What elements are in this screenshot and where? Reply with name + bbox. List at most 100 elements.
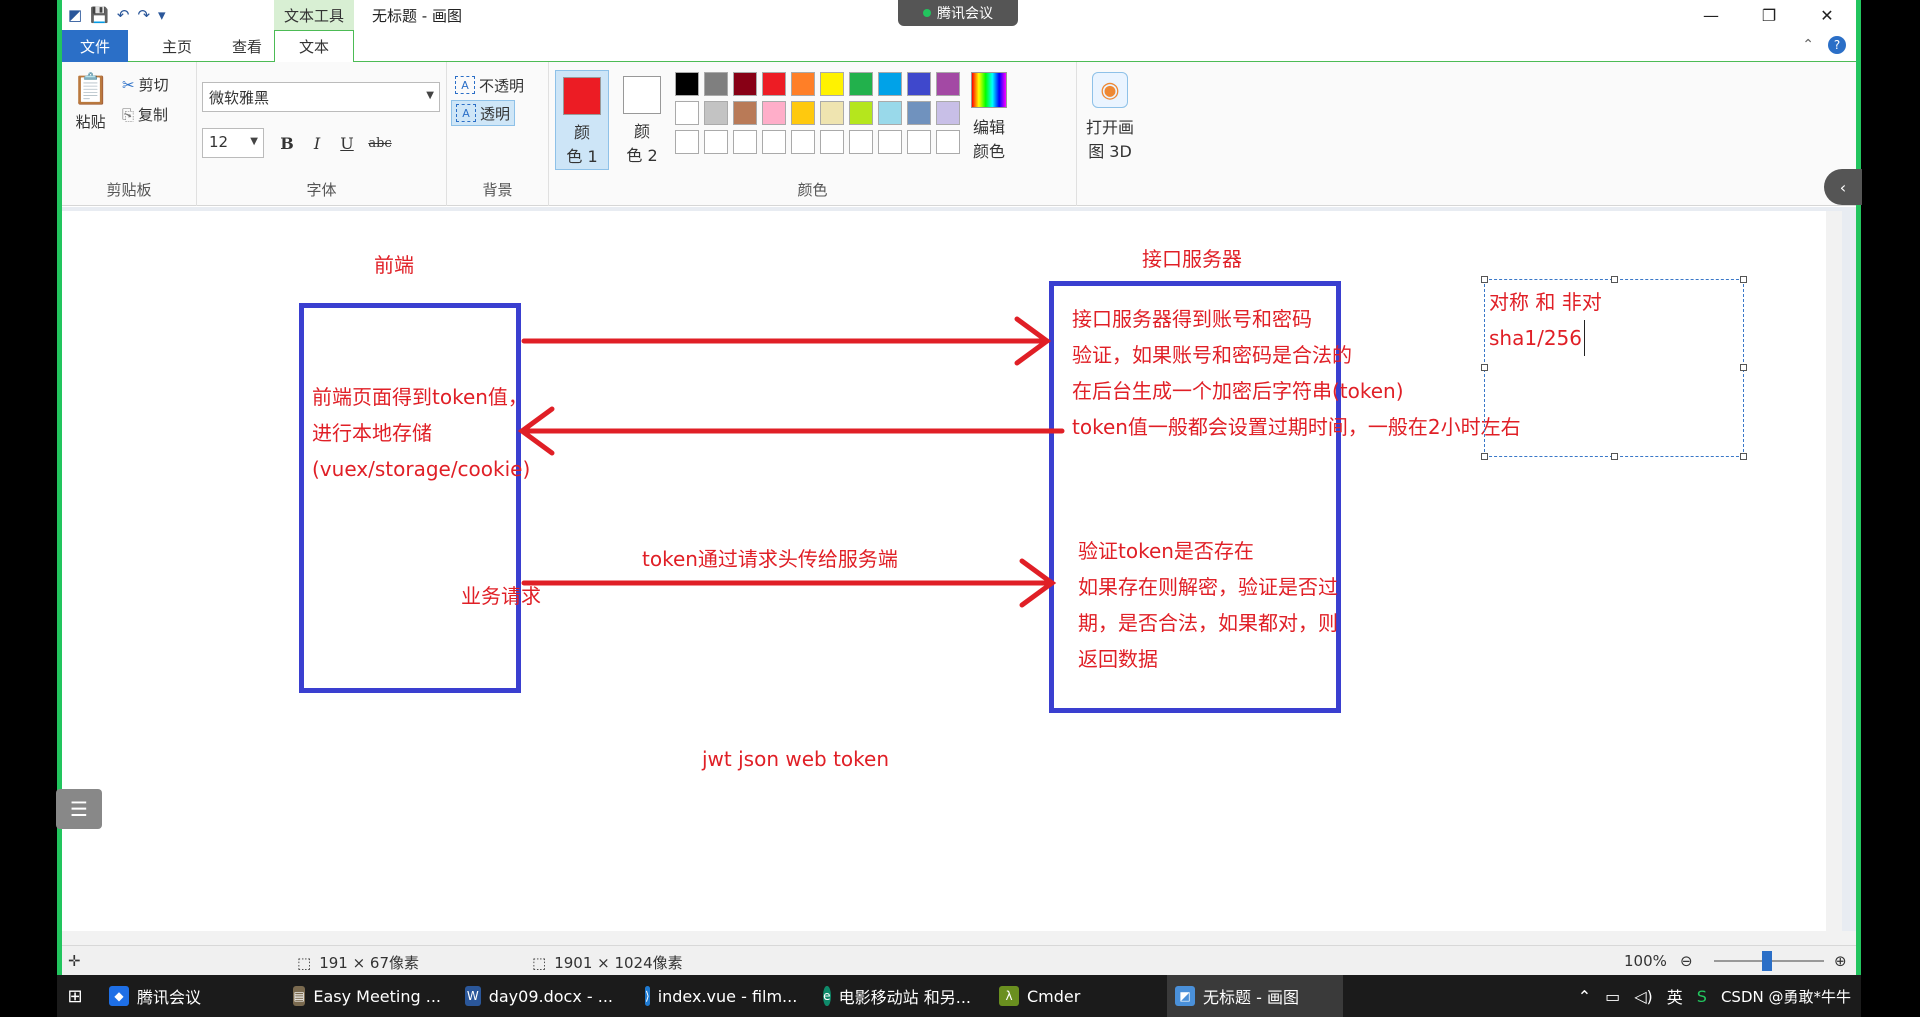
palette-swatch[interactable] (907, 130, 931, 154)
palette-swatch[interactable] (820, 101, 844, 125)
palette-swatch[interactable] (704, 72, 728, 96)
underline-button[interactable]: U (335, 130, 359, 156)
resize-handle[interactable] (1481, 276, 1488, 283)
background-group-label: 背景 (482, 181, 513, 199)
bold-button[interactable]: B (275, 130, 299, 156)
tab-file[interactable]: 文件 (62, 30, 128, 62)
palette-swatch[interactable] (704, 130, 728, 154)
palette-swatch[interactable] (675, 72, 699, 96)
selection-text-2[interactable]: sha1/256 (1489, 320, 1585, 356)
palette-swatch[interactable] (762, 130, 786, 154)
font-family-select[interactable]: 微软雅黑 ▼ (202, 82, 440, 112)
close-button[interactable]: ✕ (1798, 0, 1856, 30)
taskbar-item-easy-meeting[interactable]: ▤ Easy Meeting ... (285, 975, 449, 1017)
italic-button[interactable]: I (305, 130, 329, 156)
taskbar-label: index.vue - film... (657, 986, 798, 1006)
palette-swatch[interactable] (936, 72, 960, 96)
resize-handle[interactable] (1740, 276, 1747, 283)
taskbar-item-cmder[interactable]: λ Cmder (991, 975, 1155, 1017)
palette-swatch[interactable] (907, 101, 931, 125)
undo-icon[interactable]: ↶ (117, 6, 130, 24)
palette-swatch[interactable] (849, 130, 873, 154)
rainbow-icon (971, 72, 1007, 108)
collapse-ribbon-icon[interactable]: ⌃ (1802, 37, 1814, 53)
palette-swatch[interactable] (791, 101, 815, 125)
palette-swatch[interactable] (762, 101, 786, 125)
text-selection-box[interactable]: 对称 和 非对 sha1/256 (1481, 276, 1747, 460)
taskbar-item-tencent-meeting[interactable]: ◆ 腾讯会议 (101, 975, 265, 1017)
resize-handle[interactable] (1611, 276, 1618, 283)
resize-handle[interactable] (1481, 364, 1488, 371)
cut-button[interactable]: ✂ 剪切 (122, 74, 169, 95)
palette-swatch[interactable] (907, 72, 931, 96)
transparent-option[interactable]: A 透明 (451, 100, 515, 126)
color-2-button[interactable]: 颜 色 2 (615, 70, 669, 170)
zoom-in-icon[interactable]: ⊕ (1834, 952, 1847, 970)
opaque-option[interactable]: A 不透明 (451, 72, 547, 98)
taskbar-item-vscode[interactable]: ⟩ index.vue - film... (637, 975, 801, 1017)
ime-indicator[interactable]: 英 (1667, 984, 1683, 1008)
resize-handle[interactable] (1740, 364, 1747, 371)
palette-swatch[interactable] (878, 72, 902, 96)
paste-button[interactable]: 📋 粘贴 (72, 72, 109, 132)
palette-swatch[interactable] (936, 130, 960, 154)
meeting-chip-label: 腾讯会议 (937, 6, 993, 22)
resize-handle[interactable] (1481, 453, 1488, 460)
chevron-up-icon[interactable]: ⌃ (1578, 987, 1591, 1006)
save-icon[interactable]: 💾 (90, 6, 109, 24)
palette-swatch[interactable] (791, 72, 815, 96)
palette-swatch[interactable] (878, 130, 902, 154)
palette-swatch[interactable] (733, 72, 757, 96)
palette-swatch[interactable] (675, 130, 699, 154)
transparent-text-icon: A (456, 104, 476, 122)
volume-icon[interactable]: ◁) (1634, 987, 1653, 1006)
palette-swatch[interactable] (849, 72, 873, 96)
palette-swatch[interactable] (733, 130, 757, 154)
vertical-scrollbar[interactable] (1826, 211, 1842, 931)
taskbar-item-paint[interactable]: ◩ 无标题 - 画图 (1167, 975, 1343, 1017)
palette-swatch[interactable] (820, 72, 844, 96)
wechat-icon[interactable]: S (1697, 987, 1707, 1006)
copy-button[interactable]: ⎘ 复制 (122, 104, 168, 125)
start-button[interactable]: ⊞ (57, 975, 93, 1017)
edit-colors-button[interactable]: 编辑 颜色 (959, 72, 1019, 162)
list-icon[interactable]: ☰ (56, 789, 102, 829)
taskbar-item-edge[interactable]: e 电影移动站 和另... (815, 975, 979, 1017)
horizontal-scrollbar[interactable] (62, 931, 1856, 945)
restore-button[interactable]: ❐ (1740, 0, 1798, 30)
tab-text[interactable]: 文本 (274, 30, 354, 63)
color-1-button[interactable]: 颜 色 1 (555, 70, 609, 170)
palette-swatch[interactable] (820, 130, 844, 154)
tab-home[interactable]: 主页 (142, 30, 212, 62)
zoom-slider-thumb[interactable] (1762, 951, 1772, 971)
palette-swatch[interactable] (878, 101, 902, 125)
redo-icon[interactable]: ↷ (137, 6, 150, 24)
taskbar-item-word[interactable]: W day09.docx - ... (457, 975, 621, 1017)
palette-swatch[interactable] (849, 101, 873, 125)
color-2-label-line2: 色 2 (626, 146, 658, 165)
palette-swatch[interactable] (791, 130, 815, 154)
customize-qat-icon[interactable]: ▾ (158, 6, 166, 24)
open-paint3d-button[interactable]: ◉ 打开画 图 3D (1077, 72, 1143, 162)
canvas-size-value: 1901 × 1024像素 (554, 954, 683, 972)
font-size-select[interactable]: 12 ▼ (202, 128, 264, 158)
palette-swatch[interactable] (936, 101, 960, 125)
taskbar: ⊞ ◆ 腾讯会议 ▤ Easy Meeting ... W day09.docx… (57, 975, 1861, 1017)
drawing-canvas[interactable]: 前端 接口服务器 前端页面得到token值， 进行本地存储 (vuex/stor… (62, 211, 1842, 931)
resize-handle[interactable] (1740, 453, 1747, 460)
palette-swatch[interactable] (733, 101, 757, 125)
paint-app-icon[interactable]: ◩ (68, 6, 82, 24)
network-icon[interactable]: ▭ (1605, 987, 1620, 1006)
tencent-meeting-chip[interactable]: 腾讯会议 (898, 0, 1018, 26)
palette-swatch[interactable] (675, 101, 699, 125)
tab-view[interactable]: 查看 (212, 30, 282, 62)
side-panel-toggle-icon[interactable]: ‹ (1824, 169, 1862, 205)
palette-swatch[interactable] (762, 72, 786, 96)
strikethrough-button[interactable]: abc (363, 130, 397, 156)
palette-swatch[interactable] (704, 101, 728, 125)
minimize-button[interactable]: — (1682, 0, 1740, 30)
edge-icon: e (823, 986, 831, 1006)
zoom-out-icon[interactable]: ⊖ (1680, 952, 1693, 970)
resize-handle[interactable] (1611, 453, 1618, 460)
help-icon[interactable]: ? (1828, 36, 1846, 54)
